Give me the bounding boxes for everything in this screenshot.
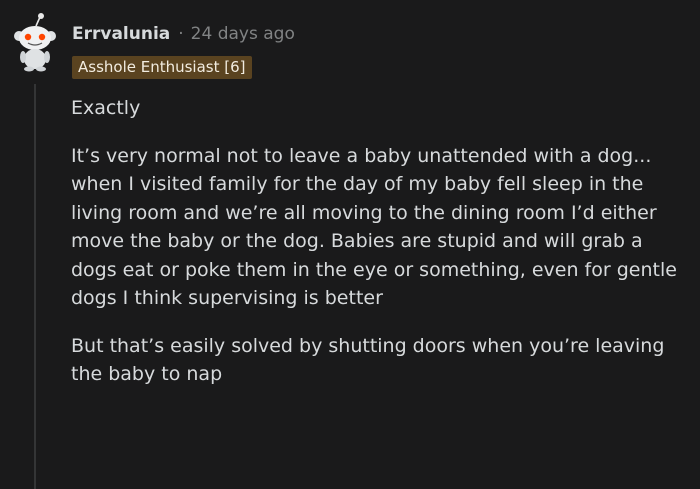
snoo-avatar-icon[interactable] <box>12 12 58 72</box>
comment-body: Exactly It’s very normal not to leave a … <box>71 94 691 389</box>
timestamp-link[interactable]: 24 days ago <box>191 24 295 44</box>
author-link[interactable]: Errvalunia <box>72 24 170 44</box>
comment: Errvalunia · 24 days ago Asshole Enthusi… <box>0 0 700 489</box>
thread-collapse-line[interactable] <box>34 84 36 489</box>
comment-paragraph: It’s very normal not to leave a baby una… <box>71 144 677 310</box>
meta-separator: · <box>178 24 184 44</box>
user-flair-badge: Asshole Enthusiast [6] <box>72 56 252 79</box>
comment-paragraph: Exactly <box>71 97 141 119</box>
comment-paragraph: But that’s easily solved by shutting doo… <box>71 334 665 386</box>
comment-meta: Errvalunia · 24 days ago <box>72 22 295 46</box>
